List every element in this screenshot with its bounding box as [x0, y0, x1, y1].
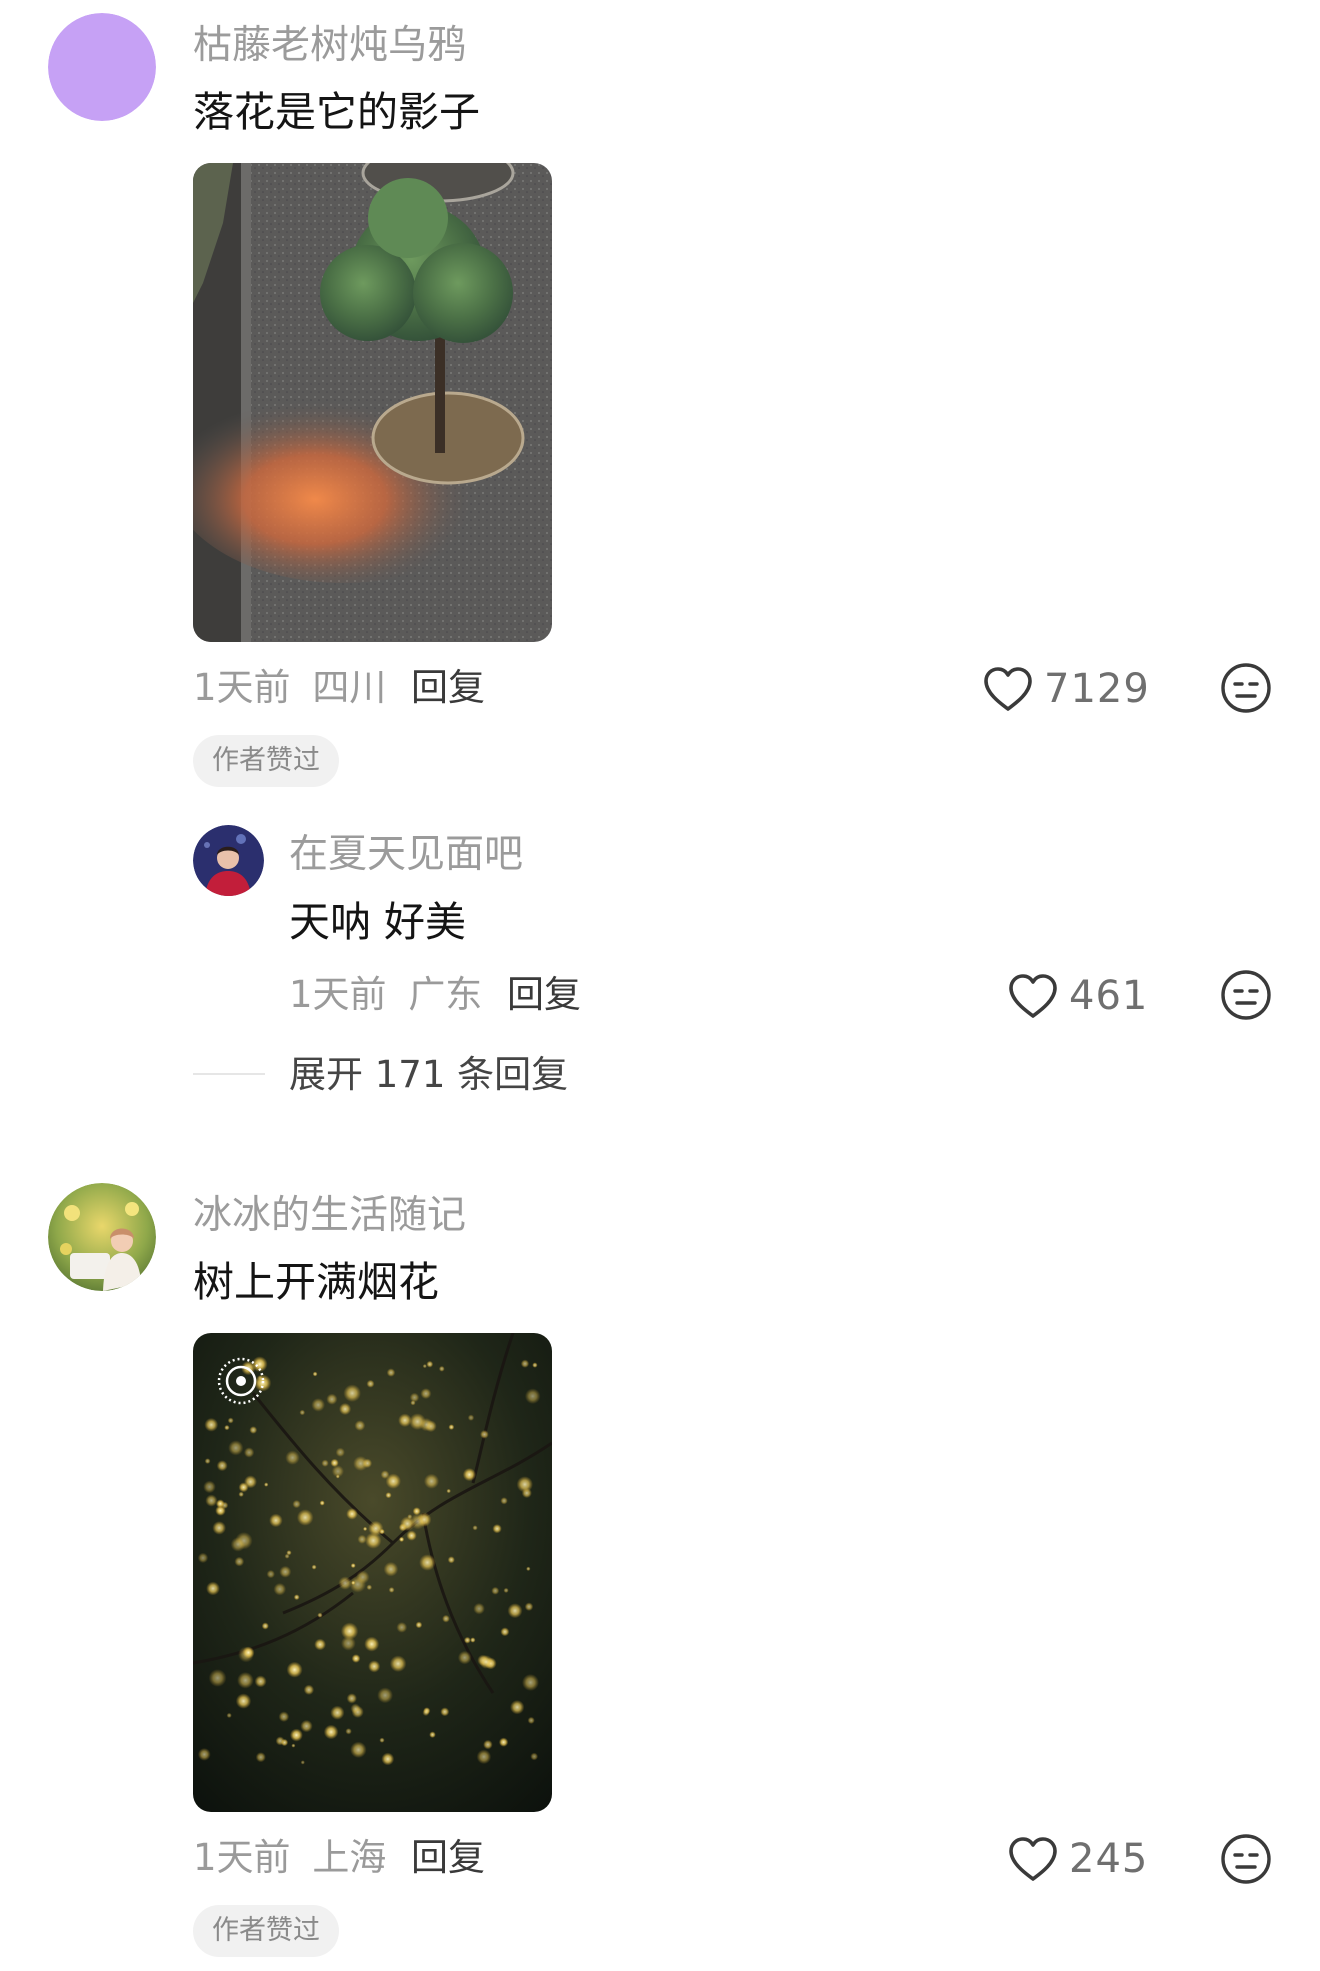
heart-outline-icon	[1009, 1837, 1057, 1881]
comment-text: 落花是它的影子	[193, 88, 480, 136]
comment-location: 上海	[312, 1836, 387, 1879]
expand-divider	[193, 1073, 265, 1075]
reply-text: 天呐 好美	[289, 898, 467, 946]
comment-time: 1天前	[193, 666, 291, 709]
avatar[interactable]	[193, 825, 264, 896]
comment-username[interactable]: 枯藤老树炖乌鸦	[193, 26, 466, 65]
author-liked-badge: 作者赞过	[193, 735, 339, 787]
like-button[interactable]: 245	[1007, 1835, 1148, 1883]
expand-replies-button[interactable]: 展开 171 条回复	[289, 1056, 568, 1093]
reply-button[interactable]: 回复	[507, 976, 581, 1013]
like-count: 461	[1069, 973, 1149, 1019]
reply-button[interactable]: 回复	[411, 1839, 485, 1876]
like-button[interactable]: 461	[1007, 972, 1148, 1020]
heart-outline-icon	[984, 667, 1032, 711]
comment-username[interactable]: 冰冰的生活随记	[193, 1196, 466, 1235]
like-count: 7129	[1044, 666, 1150, 712]
neutral-face-icon[interactable]	[1220, 969, 1272, 1025]
avatar[interactable]	[48, 1183, 156, 1291]
reply-username[interactable]: 在夏天见面吧	[289, 835, 523, 874]
comment-location: 四川	[312, 666, 387, 709]
comment-text: 树上开满烟花	[193, 1258, 439, 1306]
neutral-face-icon[interactable]	[1220, 662, 1272, 718]
comment-image-tree[interactable]	[193, 163, 552, 642]
reply-location: 广东	[408, 973, 483, 1016]
avatar[interactable]	[48, 13, 156, 121]
neutral-face-icon[interactable]	[1220, 1833, 1272, 1889]
like-count: 245	[1069, 1836, 1149, 1882]
reply-meta: 1天前 广东	[289, 976, 482, 1013]
reply-time: 1天前	[289, 973, 387, 1016]
like-button[interactable]: 7129	[982, 665, 1150, 713]
comment-meta: 1天前 上海	[193, 1839, 386, 1876]
comment-meta: 1天前 四川	[193, 669, 386, 706]
comment-list: 枯藤老树炖乌鸦 落花是它的影子 1天前 四川 回复 7129 作者赞过 在夏天见…	[0, 0, 1320, 1971]
comment-time: 1天前	[193, 1836, 291, 1879]
heart-outline-icon	[1009, 974, 1057, 1018]
reply-button[interactable]: 回复	[411, 669, 485, 706]
author-liked-badge: 作者赞过	[193, 1905, 339, 1957]
comment-image-fireworks[interactable]	[193, 1333, 552, 1812]
